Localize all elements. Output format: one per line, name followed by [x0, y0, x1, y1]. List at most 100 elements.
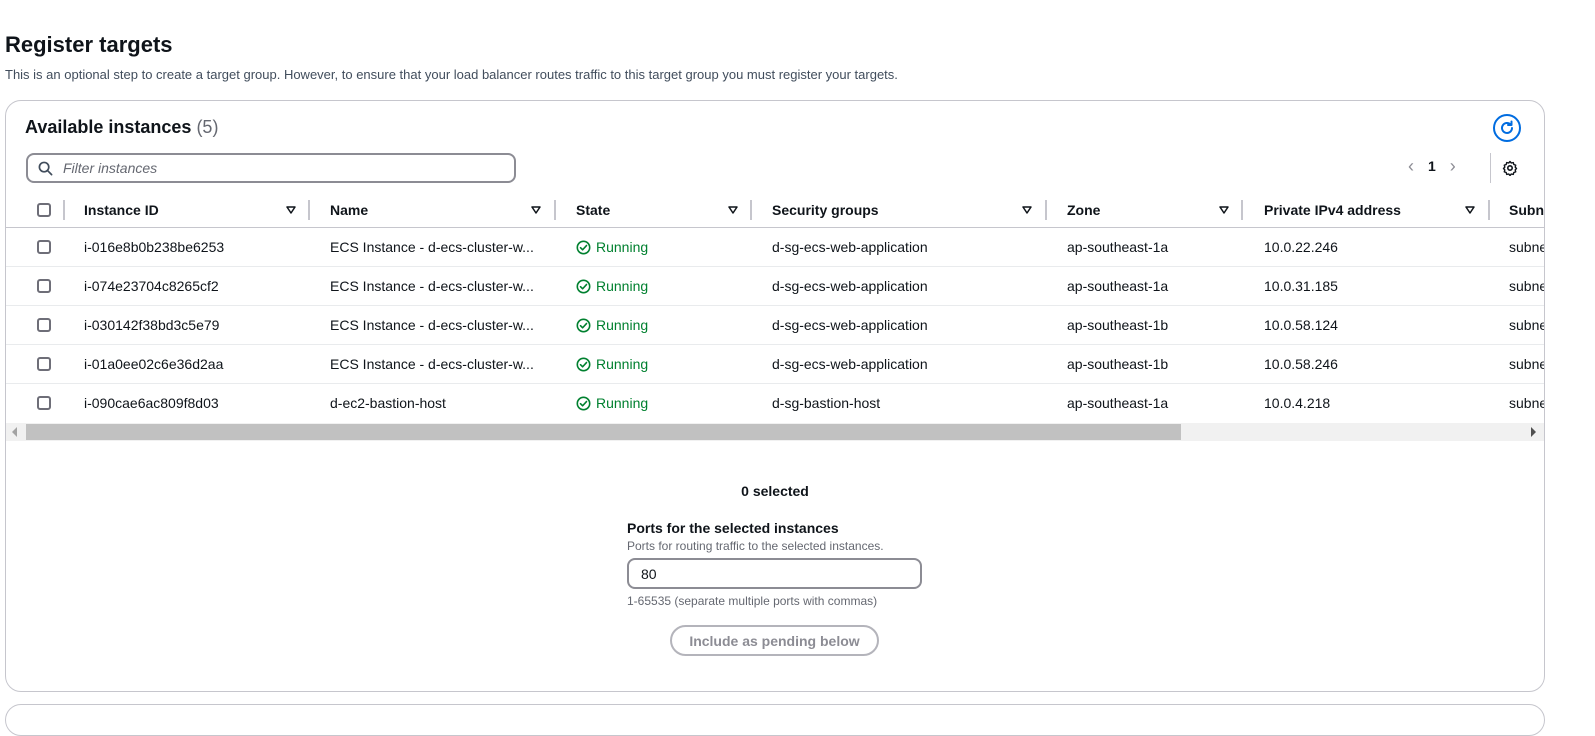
sort-icon[interactable]: [531, 193, 541, 227]
scrollbar-thumb[interactable]: [26, 424, 1181, 440]
panel-title-text: Available instances: [25, 117, 192, 137]
check-circle-icon: [576, 279, 591, 293]
instance-id-cell: i-016e8b0b238be6253: [84, 239, 225, 255]
check-circle-icon: [576, 318, 591, 332]
horizontal-scrollbar[interactable]: [6, 423, 1544, 441]
scroll-left-icon[interactable]: [12, 427, 17, 437]
column-divider: [1241, 200, 1243, 220]
available-instances-panel: Available instances (5) ‹ 1 › Instance I…: [5, 100, 1545, 692]
name-cell: ECS Instance - d-ecs-cluster-w...: [330, 317, 534, 333]
sort-icon[interactable]: [1465, 193, 1475, 227]
zone-cell: ap-southeast-1a: [1067, 278, 1169, 294]
chevron-left-icon[interactable]: ‹: [1408, 157, 1414, 175]
page-number[interactable]: 1: [1428, 158, 1436, 174]
instance-id-cell: i-074e23704c8265cf2: [84, 278, 219, 294]
private-ip-cell: 10.0.31.185: [1264, 278, 1338, 294]
state-label: Running: [596, 278, 649, 294]
pagination: ‹ 1 ›: [1408, 157, 1456, 175]
state-label: Running: [596, 395, 649, 411]
selected-count: 0 selected: [741, 483, 809, 499]
security-groups-cell: d-sg-ecs-web-application: [772, 356, 928, 372]
ports-hint: 1-65535 (separate multiple ports with co…: [627, 594, 878, 608]
column-divider: [554, 200, 556, 220]
private-ip-cell: 10.0.58.246: [1264, 356, 1338, 372]
row-checkbox[interactable]: [37, 240, 51, 254]
table-header: Instance ID Name State Security groups Z…: [6, 193, 1544, 228]
table-row[interactable]: i-01a0ee02c6e36d2aa ECS Instance - d-ecs…: [6, 345, 1544, 384]
refresh-icon: [1501, 120, 1513, 134]
column-header-instance-id[interactable]: Instance ID: [84, 193, 159, 227]
check-circle-icon: [576, 396, 591, 410]
column-header-subnet[interactable]: Subnet: [1509, 193, 1544, 227]
sort-icon[interactable]: [728, 193, 738, 227]
row-checkbox[interactable]: [37, 318, 51, 332]
table-row[interactable]: i-090cae6ac809f8d03 d-ec2-bastion-host R…: [6, 384, 1544, 422]
select-all-checkbox[interactable]: [37, 203, 51, 217]
subnet-cell: subnet: [1509, 239, 1544, 255]
column-header-security-groups[interactable]: Security groups: [772, 193, 879, 227]
ports-label: Ports for the selected instances: [627, 520, 839, 536]
page-title: Register targets: [5, 32, 173, 57]
row-checkbox[interactable]: [37, 396, 51, 410]
table-row[interactable]: i-016e8b0b238be6253 ECS Instance - d-ecs…: [6, 228, 1544, 267]
check-circle-icon: [576, 357, 591, 371]
panel-title: Available instances (5): [25, 117, 218, 138]
row-checkbox[interactable]: [37, 357, 51, 371]
column-header-zone[interactable]: Zone: [1067, 193, 1100, 227]
private-ip-cell: 10.0.58.124: [1264, 317, 1338, 333]
state-cell: Running: [576, 267, 648, 305]
name-cell: ECS Instance - d-ecs-cluster-w...: [330, 278, 534, 294]
sort-icon[interactable]: [286, 193, 296, 227]
zone-cell: ap-southeast-1a: [1067, 239, 1169, 255]
instance-count: (5): [196, 117, 219, 137]
filter-instances[interactable]: [26, 153, 516, 183]
chevron-right-icon[interactable]: ›: [1450, 157, 1456, 175]
zone-cell: ap-southeast-1a: [1067, 395, 1169, 411]
check-circle-icon: [576, 240, 591, 254]
state-label: Running: [596, 356, 649, 372]
ports-description: Ports for routing traffic to the selecte…: [627, 539, 884, 553]
instance-id-cell: i-090cae6ac809f8d03: [84, 395, 219, 411]
name-cell: ECS Instance - d-ecs-cluster-w...: [330, 239, 534, 255]
ports-input[interactable]: [627, 558, 922, 589]
column-header-private-ipv4[interactable]: Private IPv4 address: [1264, 193, 1401, 227]
state-label: Running: [596, 239, 649, 255]
refresh-button[interactable]: [1493, 114, 1521, 142]
security-groups-cell: d-sg-ecs-web-application: [772, 278, 928, 294]
include-as-pending-button[interactable]: Include as pending below: [670, 625, 879, 656]
zone-cell: ap-southeast-1b: [1067, 356, 1169, 372]
row-checkbox[interactable]: [37, 279, 51, 293]
column-divider: [63, 200, 65, 220]
private-ip-cell: 10.0.22.246: [1264, 239, 1338, 255]
page-description: This is an optional step to create a tar…: [5, 67, 898, 82]
next-panel: [5, 704, 1545, 736]
state-label: Running: [596, 317, 649, 333]
instance-id-cell: i-030142f38bd3c5e79: [84, 317, 220, 333]
column-header-name[interactable]: Name: [330, 193, 368, 227]
subnet-cell: subnet: [1509, 395, 1544, 411]
instance-id-cell: i-01a0ee02c6e36d2aa: [84, 356, 224, 372]
private-ip-cell: 10.0.4.218: [1264, 395, 1331, 411]
subnet-cell: subnet: [1509, 278, 1544, 294]
subnet-cell: subnet: [1509, 356, 1544, 372]
state-cell: Running: [576, 306, 648, 344]
zone-cell: ap-southeast-1b: [1067, 317, 1169, 333]
sort-icon[interactable]: [1219, 193, 1229, 227]
column-divider: [1045, 200, 1047, 220]
gear-icon[interactable]: [1502, 160, 1518, 176]
name-cell: ECS Instance - d-ecs-cluster-w...: [330, 356, 534, 372]
table-row[interactable]: i-030142f38bd3c5e79 ECS Instance - d-ecs…: [6, 306, 1544, 345]
column-divider: [308, 200, 310, 220]
search-icon: [38, 161, 53, 175]
column-header-state[interactable]: State: [576, 193, 610, 227]
filter-input[interactable]: [61, 159, 485, 177]
name-cell: d-ec2-bastion-host: [330, 395, 446, 411]
sort-icon[interactable]: [1022, 193, 1032, 227]
scroll-right-icon[interactable]: [1531, 427, 1536, 437]
security-groups-cell: d-sg-ecs-web-application: [772, 239, 928, 255]
security-groups-cell: d-sg-bastion-host: [772, 395, 881, 411]
column-divider: [750, 200, 752, 220]
table-row[interactable]: i-074e23704c8265cf2 ECS Instance - d-ecs…: [6, 267, 1544, 306]
column-divider: [1488, 200, 1490, 220]
state-cell: Running: [576, 228, 648, 266]
